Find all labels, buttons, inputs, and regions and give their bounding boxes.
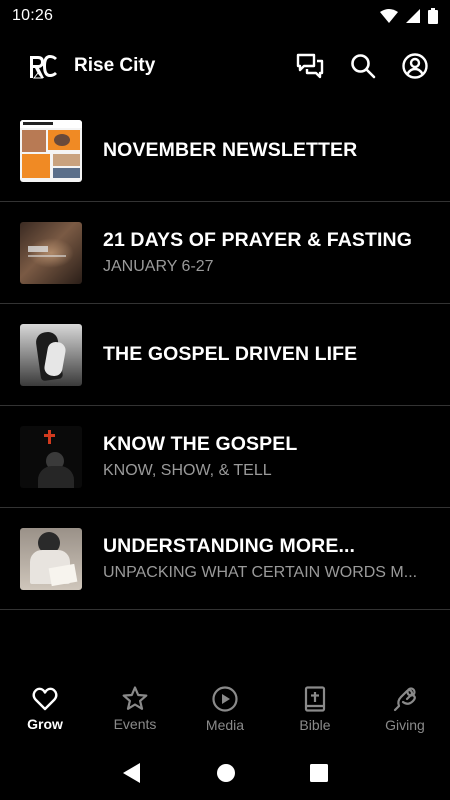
understanding-more-thumbnail [20,527,82,590]
nav-label: Grow [27,715,63,732]
feed-item-title: KNOW THE GOSPEL [103,433,298,455]
nav-tab-giving[interactable]: Giving [360,674,450,744]
heart-icon [32,687,58,711]
feed-item-title: THE GOSPEL DRIVEN LIFE [103,343,358,365]
bible-icon [304,685,326,712]
nav-tab-events[interactable]: Events [90,674,180,744]
nav-label: Bible [299,716,331,733]
status-icons [380,8,438,24]
feed-item-prayer-fasting[interactable]: 21 DAYS OF PRAYER & FASTING JANUARY 6-27 [0,202,450,304]
signal-icon [406,9,420,23]
bottom-navigation: Grow Events Media Bible Giving [0,674,450,744]
prayer-fasting-thumbnail [20,221,82,284]
header-actions [296,53,428,79]
wifi-icon [380,9,398,23]
status-time: 10:26 [12,7,54,24]
play-icon [212,685,238,712]
feed-item-newsletter[interactable]: NOVEMBER NEWSLETTER [0,100,450,202]
recents-icon[interactable] [310,764,328,782]
nav-label: Events [113,716,157,732]
nav-tab-grow[interactable]: Grow [0,674,90,744]
giving-icon [392,686,418,712]
newsletter-thumbnail [20,119,82,182]
nav-tab-bible[interactable]: Bible [270,674,360,744]
home-icon[interactable] [216,763,236,783]
account-icon[interactable] [402,53,428,79]
feed-item-gospel-driven-life[interactable]: THE GOSPEL DRIVEN LIFE [0,304,450,406]
battery-icon [428,8,438,24]
search-icon[interactable] [350,53,376,79]
nav-label: Giving [385,716,425,733]
rise-city-logo [28,51,58,81]
app-header: Rise City [0,40,450,92]
feed-item-title: UNDERSTANDING MORE... [103,535,355,557]
know-the-gospel-thumbnail [20,425,82,488]
app-title: Rise City [74,55,156,76]
content-feed: NOVEMBER NEWSLETTER 21 DAYS OF PRAYER & … [0,100,450,610]
feed-item-subtitle: JANUARY 6-27 [103,258,214,275]
feed-item-know-the-gospel[interactable]: KNOW THE GOSPEL KNOW, SHOW, & TELL [0,406,450,508]
status-bar: 10:26 [0,0,450,32]
nav-tab-media[interactable]: Media [180,674,270,744]
feed-item-title: NOVEMBER NEWSLETTER [103,139,358,161]
gospel-driven-life-thumbnail [20,323,82,386]
system-navigation-bar [0,746,450,800]
feed-item-title: 21 DAYS OF PRAYER & FASTING [103,229,413,251]
nav-label: Media [205,716,245,733]
feed-item-understanding-more[interactable]: UNDERSTANDING MORE... UNPACKING WHAT CER… [0,508,450,610]
feed-item-subtitle: KNOW, SHOW, & TELL [103,462,272,479]
back-icon[interactable] [122,762,142,784]
chat-icon[interactable] [296,53,324,79]
feed-item-subtitle: UNPACKING WHAT CERTAIN WORDS M... [103,564,418,581]
star-icon [122,686,148,711]
